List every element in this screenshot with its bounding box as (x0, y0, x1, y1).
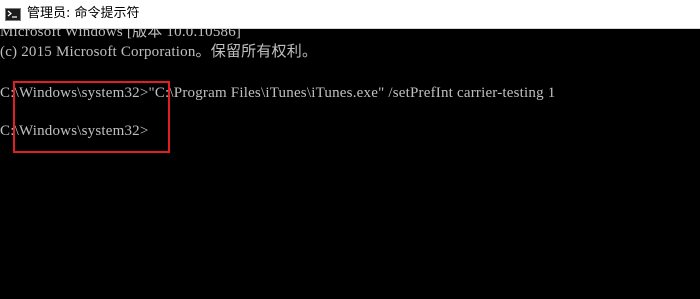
console-output[interactable]: Microsoft Windows [版本 10.0.10586] (c) 20… (0, 29, 700, 299)
title-bar[interactable]: 管理员: 命令提示符 (0, 0, 700, 29)
command-prompt-window: 管理员: 命令提示符 Microsoft Windows [版本 10.0.10… (0, 0, 700, 299)
console-line-copyright: (c) 2015 Microsoft Corporation。保留所有权利。 (0, 44, 318, 60)
cmd-icon (5, 8, 21, 21)
console-line-version: Microsoft Windows [版本 10.0.10586] (0, 29, 242, 40)
red-highlight-box (13, 81, 170, 153)
window-title: 管理员: 命令提示符 (27, 6, 140, 21)
